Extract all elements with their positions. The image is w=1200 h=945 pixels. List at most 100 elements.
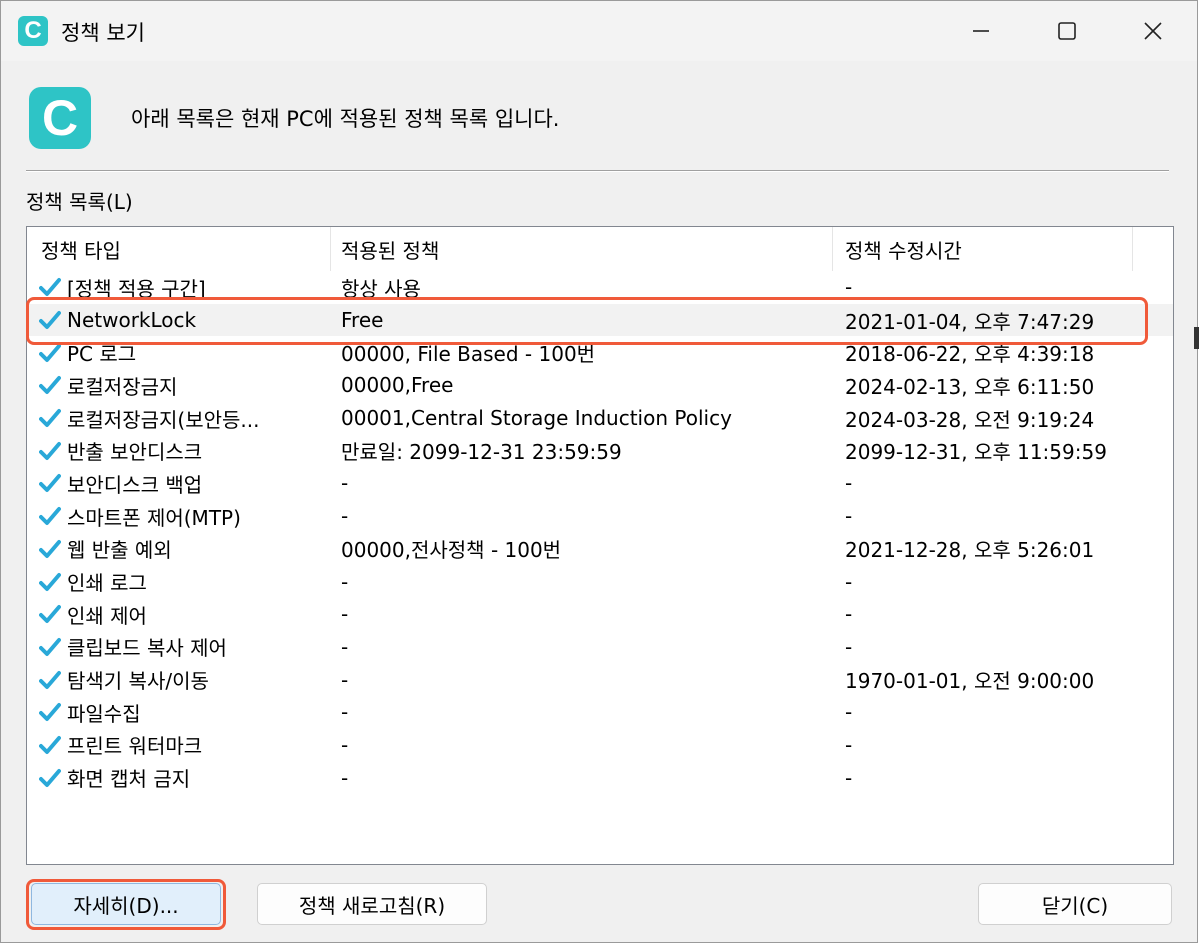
window-title: 정책 보기: [61, 21, 145, 45]
cell-policy-type: 화면 캡처 금지: [39, 761, 329, 794]
table-row[interactable]: 웹 반출 예외 00000,전사정책 - 100번 2021-12-28, 오후 5…: [27, 533, 1173, 566]
table-row[interactable]: 로컬저장금지(보안등... 00001,Central Storage Induc…: [27, 402, 1173, 435]
cell-applied-policy: -: [341, 602, 349, 627]
cell-modified-time: -: [845, 569, 853, 594]
table-row[interactable]: 인쇄 로그 - -: [27, 565, 1173, 598]
window-edge-mark: [1194, 327, 1199, 349]
app-logo-large-icon: C: [29, 87, 91, 149]
table-row[interactable]: 반출 보안디스크 만료일: 2099-12-31 23:59:59 2099-12-…: [27, 434, 1173, 467]
title-bar[interactable]: C 정책 보기: [1, 1, 1197, 61]
cell-modified-time: -: [845, 634, 853, 659]
policy-type-text: 로컬저장금지: [67, 374, 178, 399]
cell-policy-type: 파일수집: [39, 696, 329, 729]
cell-modified-time: 1970-01-01, 오전 9:00:00: [845, 669, 1095, 694]
check-icon: [39, 539, 61, 558]
cell-policy-type: 인쇄 로그: [39, 565, 329, 598]
cell-policy-type: 반출 보안디스크: [39, 434, 329, 467]
table-row[interactable]: 화면 캡처 금지 - -: [27, 761, 1173, 794]
check-icon: [39, 441, 61, 460]
cell-policy-type: 스마트폰 제어(MTP): [39, 500, 329, 533]
cell-policy-type: 클립보드 복사 제어: [39, 631, 329, 664]
policy-type-text: 파일수집: [67, 701, 141, 726]
policy-type-text: 로컬저장금지(보안등...: [67, 407, 260, 432]
policy-type-text: 인쇄 제어: [67, 603, 147, 628]
app-logo-icon: C: [18, 16, 48, 46]
policy-type-text: 화면 캡처 금지: [67, 767, 191, 792]
cell-policy-type: [정책 적용 구간]: [39, 271, 329, 304]
close-window-button[interactable]: [1123, 11, 1183, 51]
check-icon: [39, 278, 61, 297]
header-divider: [26, 170, 1169, 172]
cell-modified-time: -: [845, 504, 853, 529]
close-button[interactable]: 닫기(C): [978, 883, 1172, 925]
column-header-policy[interactable]: 적용된 정책: [331, 227, 833, 271]
cell-modified-time: 2024-02-13, 오후 6:11:50: [845, 374, 1095, 399]
table-row[interactable]: 보안디스크 백업 - -: [27, 467, 1173, 500]
cell-policy-type: 보안디스크 백업: [39, 467, 329, 500]
cell-applied-policy: Free: [341, 308, 384, 333]
check-icon: [39, 768, 61, 787]
column-header-modified[interactable]: 정책 수정시간: [833, 227, 1133, 271]
check-icon: [39, 343, 61, 362]
cell-policy-type: 로컬저장금지: [39, 369, 329, 402]
header-panel: C 아래 목록은 현재 PC에 적용된 정책 목록 입니다.: [1, 61, 1197, 171]
cell-policy-type: 탐색기 복사/이동: [39, 663, 329, 696]
cell-policy-type: 인쇄 제어: [39, 598, 329, 631]
table-row[interactable]: 파일수집 - -: [27, 696, 1173, 729]
policy-type-text: PC 로그: [67, 342, 137, 367]
cell-modified-time: 2018-06-22, 오후 4:39:18: [845, 342, 1095, 367]
cell-modified-time: -: [845, 765, 853, 790]
table-row[interactable]: PC 로그 00000, File Based - 100번 2018-06-22,…: [27, 336, 1173, 369]
cell-applied-policy: -: [341, 765, 349, 790]
cell-applied-policy: -: [341, 700, 349, 725]
table-row[interactable]: 프린트 워터마크 - -: [27, 729, 1173, 762]
policy-rows: [정책 적용 구간] 항상 사용 - NetworkLock Free 2021-01-0…: [27, 271, 1173, 794]
column-header-type[interactable]: 정책 타입: [27, 227, 331, 271]
check-icon: [39, 507, 61, 526]
close-icon: [1144, 22, 1162, 40]
cell-policy-type: PC 로그: [39, 336, 329, 369]
policy-type-text: NetworkLock: [67, 308, 197, 333]
cell-modified-time: -: [845, 602, 853, 627]
policy-type-text: 인쇄 로그: [67, 571, 147, 596]
minimize-button[interactable]: [951, 11, 1011, 51]
table-row[interactable]: NetworkLock Free 2021-01-04, 오후 7:47:29: [27, 303, 1173, 337]
policy-list[interactable]: 정책 타입 적용된 정책 정책 수정시간 [정책 적용 구간] 항상 사용 - Net…: [26, 226, 1174, 865]
policy-view-window: C 정책 보기 C 아래 목록은 현재 PC에 적용된 정책 목록 입니다. 정…: [0, 0, 1199, 943]
cell-modified-time: -: [845, 732, 853, 757]
check-icon: [39, 376, 61, 395]
cell-applied-policy: -: [341, 471, 349, 496]
minimize-icon: [973, 30, 989, 32]
check-icon: [39, 409, 61, 428]
table-row[interactable]: 탐색기 복사/이동 - 1970-01-01, 오전 9:00:00: [27, 663, 1173, 696]
cell-modified-time: -: [845, 700, 853, 725]
check-icon: [39, 637, 61, 656]
maximize-button[interactable]: [1037, 11, 1097, 51]
check-icon: [39, 670, 61, 689]
refresh-policy-button[interactable]: 정책 새로고침(R): [257, 883, 487, 925]
header-message: 아래 목록은 현재 PC에 적용된 정책 목록 입니다.: [131, 107, 560, 131]
policy-type-text: 탐색기 복사/이동: [67, 669, 209, 694]
cell-applied-policy: -: [341, 504, 349, 529]
cell-applied-policy: 00001,Central Storage Induction Policy: [341, 406, 732, 431]
table-row[interactable]: [정책 적용 구간] 항상 사용 -: [27, 271, 1173, 304]
cell-modified-time: 2099-12-31, 오후 11:59:59: [845, 440, 1107, 465]
cell-applied-policy: -: [341, 667, 349, 692]
policy-type-text: 클립보드 복사 제어: [67, 636, 227, 661]
table-row[interactable]: 인쇄 제어 - -: [27, 598, 1173, 631]
details-button[interactable]: 자세히(D)...: [31, 883, 221, 925]
check-icon: [39, 735, 61, 754]
table-row[interactable]: 클립보드 복사 제어 - -: [27, 631, 1173, 664]
policy-type-text: [정책 적용 구간]: [67, 276, 206, 301]
table-row[interactable]: 로컬저장금지 00000,Free 2024-02-13, 오후 6:11:50: [27, 369, 1173, 402]
cell-modified-time: 2021-01-04, 오후 7:47:29: [845, 309, 1095, 334]
cell-policy-type: 로컬저장금지(보안등...: [39, 402, 329, 435]
check-icon: [39, 703, 61, 722]
policy-type-text: 보안디스크 백업: [67, 472, 203, 497]
table-row[interactable]: 스마트폰 제어(MTP) - -: [27, 500, 1173, 533]
check-icon: [39, 605, 61, 624]
cell-modified-time: -: [845, 471, 853, 496]
maximize-icon: [1058, 22, 1076, 40]
policy-type-text: 프린트 워터마크: [67, 734, 203, 759]
cell-applied-policy: -: [341, 732, 349, 757]
